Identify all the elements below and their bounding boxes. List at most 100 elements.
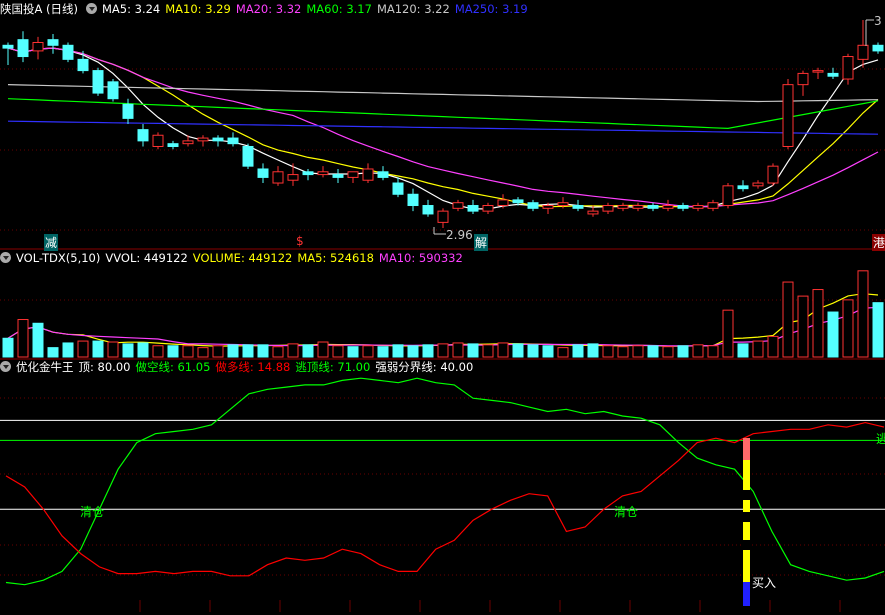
volume-bar xyxy=(287,343,299,358)
volume-indicator: MA5: 524618 xyxy=(297,251,374,265)
volume-indicator: MA10: 590332 xyxy=(378,251,463,265)
oscillator-indicator: 顶: 80.00 xyxy=(78,360,131,374)
volume-bar xyxy=(857,270,869,358)
candle-body xyxy=(17,39,29,58)
volume-bar xyxy=(362,345,374,358)
dropdown-icon[interactable] xyxy=(86,3,97,14)
stock-title[interactable]: 陕国投A (日线) xyxy=(0,2,78,16)
ma5-line xyxy=(7,47,879,210)
moving-average-lines xyxy=(7,47,879,210)
candle-body xyxy=(332,174,344,178)
candle-body xyxy=(767,165,779,184)
volume-bar xyxy=(257,344,269,358)
dropdown-icon[interactable] xyxy=(0,252,11,263)
candle-body xyxy=(572,205,584,209)
volume-bar xyxy=(272,346,284,358)
volume-bar xyxy=(752,340,764,358)
candle-body xyxy=(437,210,449,223)
volume-indicators: VVOL: 449122 VOLUME: 449122 MA5: 524618 MA1… xyxy=(105,251,467,265)
candle-body xyxy=(602,205,614,212)
candle-body xyxy=(842,56,854,80)
volume-bar xyxy=(587,343,599,358)
candle-body xyxy=(527,202,539,209)
oscillator-indicators: 顶: 80.00 做空线: 61.05 做多线: 14.88 逃顶线: 71.00 强弱… xyxy=(79,360,479,374)
volume-bar xyxy=(332,345,344,358)
candle-body xyxy=(197,137,209,142)
long-line xyxy=(5,421,885,577)
volume-bar xyxy=(647,345,659,358)
volume-bar xyxy=(422,344,434,358)
dropdown-icon[interactable] xyxy=(0,361,11,372)
volume-bar xyxy=(872,302,884,358)
candle-body xyxy=(377,171,389,178)
volume-bar xyxy=(842,299,854,358)
candle-body xyxy=(632,205,644,209)
volume-bar xyxy=(497,342,509,358)
volume-bar xyxy=(707,345,719,358)
volume-bar xyxy=(737,343,749,358)
price-indicator: MA10: 3.29 xyxy=(165,2,231,16)
volume-indicator: VVOL: 449122 xyxy=(105,251,188,265)
volume-bar xyxy=(317,341,329,358)
candle-body xyxy=(137,129,149,142)
candle-body xyxy=(182,140,194,145)
volume-bar xyxy=(557,347,569,358)
candle-body xyxy=(107,81,119,100)
event-marker-jie[interactable]: 解 xyxy=(474,234,489,251)
candle-body xyxy=(242,145,254,167)
volume-bar xyxy=(572,344,584,358)
candle-body xyxy=(122,103,134,119)
candle-body xyxy=(587,210,599,215)
candle-body xyxy=(347,171,359,178)
candle-body xyxy=(827,72,839,77)
candle-body xyxy=(362,168,374,181)
candle-body xyxy=(752,182,764,187)
volume-bar xyxy=(827,311,839,358)
candle-body xyxy=(257,168,269,178)
volume-bar xyxy=(797,295,809,358)
volume-bar xyxy=(242,344,254,358)
volume-bar xyxy=(347,346,359,358)
candle-body xyxy=(662,205,674,209)
volume-bar xyxy=(617,346,629,358)
candle-body xyxy=(422,205,434,215)
buy-bar-segment xyxy=(743,438,750,460)
volume-bar xyxy=(782,281,794,358)
candle-body xyxy=(272,171,284,184)
candle-body xyxy=(287,174,299,181)
price-indicator: MA5: 3.24 xyxy=(102,2,161,16)
candle-body xyxy=(542,205,554,209)
volume-bar xyxy=(482,344,494,358)
event-marker-dollar[interactable]: $ xyxy=(296,234,304,248)
volume-indicator-title[interactable]: VOL-TDX(5,10) xyxy=(16,251,100,265)
candle-body xyxy=(512,199,524,204)
volume-panel-header: VOL-TDX(5,10) VVOL: 449122 VOLUME: 449122 M… xyxy=(0,250,473,267)
candle-body xyxy=(452,202,464,209)
volume-bar xyxy=(542,345,554,358)
volume-bar xyxy=(2,337,14,358)
oscillator-title[interactable]: 优化金牛王 xyxy=(16,360,74,374)
event-marker-jian[interactable]: 减 xyxy=(44,234,59,251)
volume-bar xyxy=(662,346,674,358)
candle-body xyxy=(557,202,569,207)
candle-body xyxy=(152,134,164,147)
candle-body xyxy=(47,39,59,46)
candle-body xyxy=(872,44,884,52)
low-price-label: 2.96 xyxy=(446,228,473,242)
oscillator-panel-header: 优化金牛王 顶: 80.00 做空线: 61.05 做多线: 14.88 逃顶线: 71… xyxy=(0,359,483,376)
volume-bar xyxy=(47,347,59,358)
oscillator-indicator: 逃顶线: 71.00 xyxy=(295,360,371,374)
candle-body xyxy=(32,41,44,52)
event-marker-gang[interactable]: 港 xyxy=(872,234,885,251)
buy-bar-segment xyxy=(743,550,750,582)
volume-bar xyxy=(722,309,734,358)
buy-signal-bar xyxy=(743,438,750,606)
qingcang-label: 清仓 xyxy=(614,505,639,519)
candle-body xyxy=(302,171,314,176)
volume-bar xyxy=(227,344,239,358)
buy-bar-segment xyxy=(743,582,750,606)
candle-body xyxy=(692,205,704,209)
buy-signal-label: 买入 xyxy=(752,576,777,590)
price-indicator: MA60: 3.17 xyxy=(306,2,372,16)
price-indicator: MA20: 3.32 xyxy=(235,2,302,16)
